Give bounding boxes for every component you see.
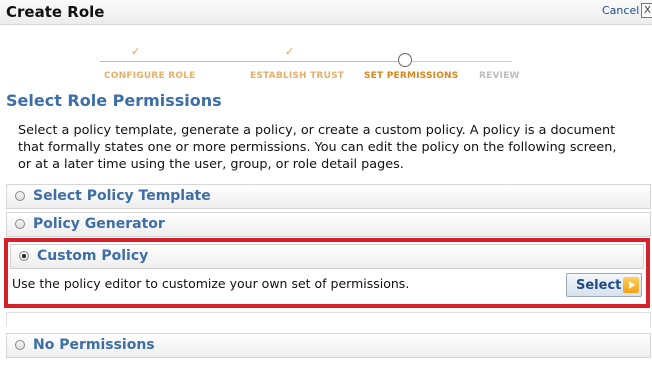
custom-policy-description: Use the policy editor to customize your … — [12, 276, 410, 291]
wizard-progress: ✓ ✓ CONFIGURE ROLE ESTABLISH TRUST SET P… — [0, 36, 652, 86]
play-arrow-icon — [623, 277, 639, 293]
circle-icon — [398, 53, 412, 67]
option-label: No Permissions — [33, 337, 155, 353]
step-set-permissions: SET PERMISSIONS — [364, 71, 459, 81]
step-review: REVIEW — [479, 71, 520, 81]
step-configure-role: CONFIGURE ROLE — [104, 71, 196, 81]
select-button-label: Select — [576, 278, 622, 293]
select-button[interactable]: Select — [566, 273, 642, 297]
checkmark-icon: ✓ — [131, 45, 141, 58]
option-no-permissions[interactable]: No Permissions — [6, 333, 651, 358]
close-icon[interactable]: X — [641, 3, 652, 18]
step-establish-trust: ESTABLISH TRUST — [250, 71, 345, 81]
checkmark-icon: ✓ — [285, 45, 295, 58]
page-title: Select Role Permissions — [6, 91, 222, 110]
option-custom-policy[interactable]: Custom Policy — [10, 244, 644, 269]
dialog-title: Create Role — [6, 3, 105, 21]
progress-line-done — [100, 61, 398, 62]
option-select-policy-template[interactable]: Select Policy Template — [6, 184, 651, 209]
dialog-header: Create Role Cancel X — [0, 0, 652, 25]
radio-no-permissions[interactable] — [15, 340, 25, 350]
option-policy-generator[interactable]: Policy Generator — [6, 212, 651, 237]
radio-select-policy-template[interactable] — [15, 191, 25, 201]
divider — [6, 312, 651, 327]
option-label: Custom Policy — [37, 248, 149, 264]
radio-policy-generator[interactable] — [15, 219, 25, 229]
option-label: Policy Generator — [33, 216, 165, 232]
radio-custom-policy[interactable] — [19, 251, 29, 261]
permissions-description: Select a policy template, generate a pol… — [18, 123, 617, 172]
cancel-link[interactable]: Cancel — [602, 4, 639, 17]
custom-policy-panel: Custom Policy Use the policy editor to c… — [4, 238, 650, 308]
progress-line-todo — [412, 61, 512, 62]
option-label: Select Policy Template — [33, 188, 211, 204]
